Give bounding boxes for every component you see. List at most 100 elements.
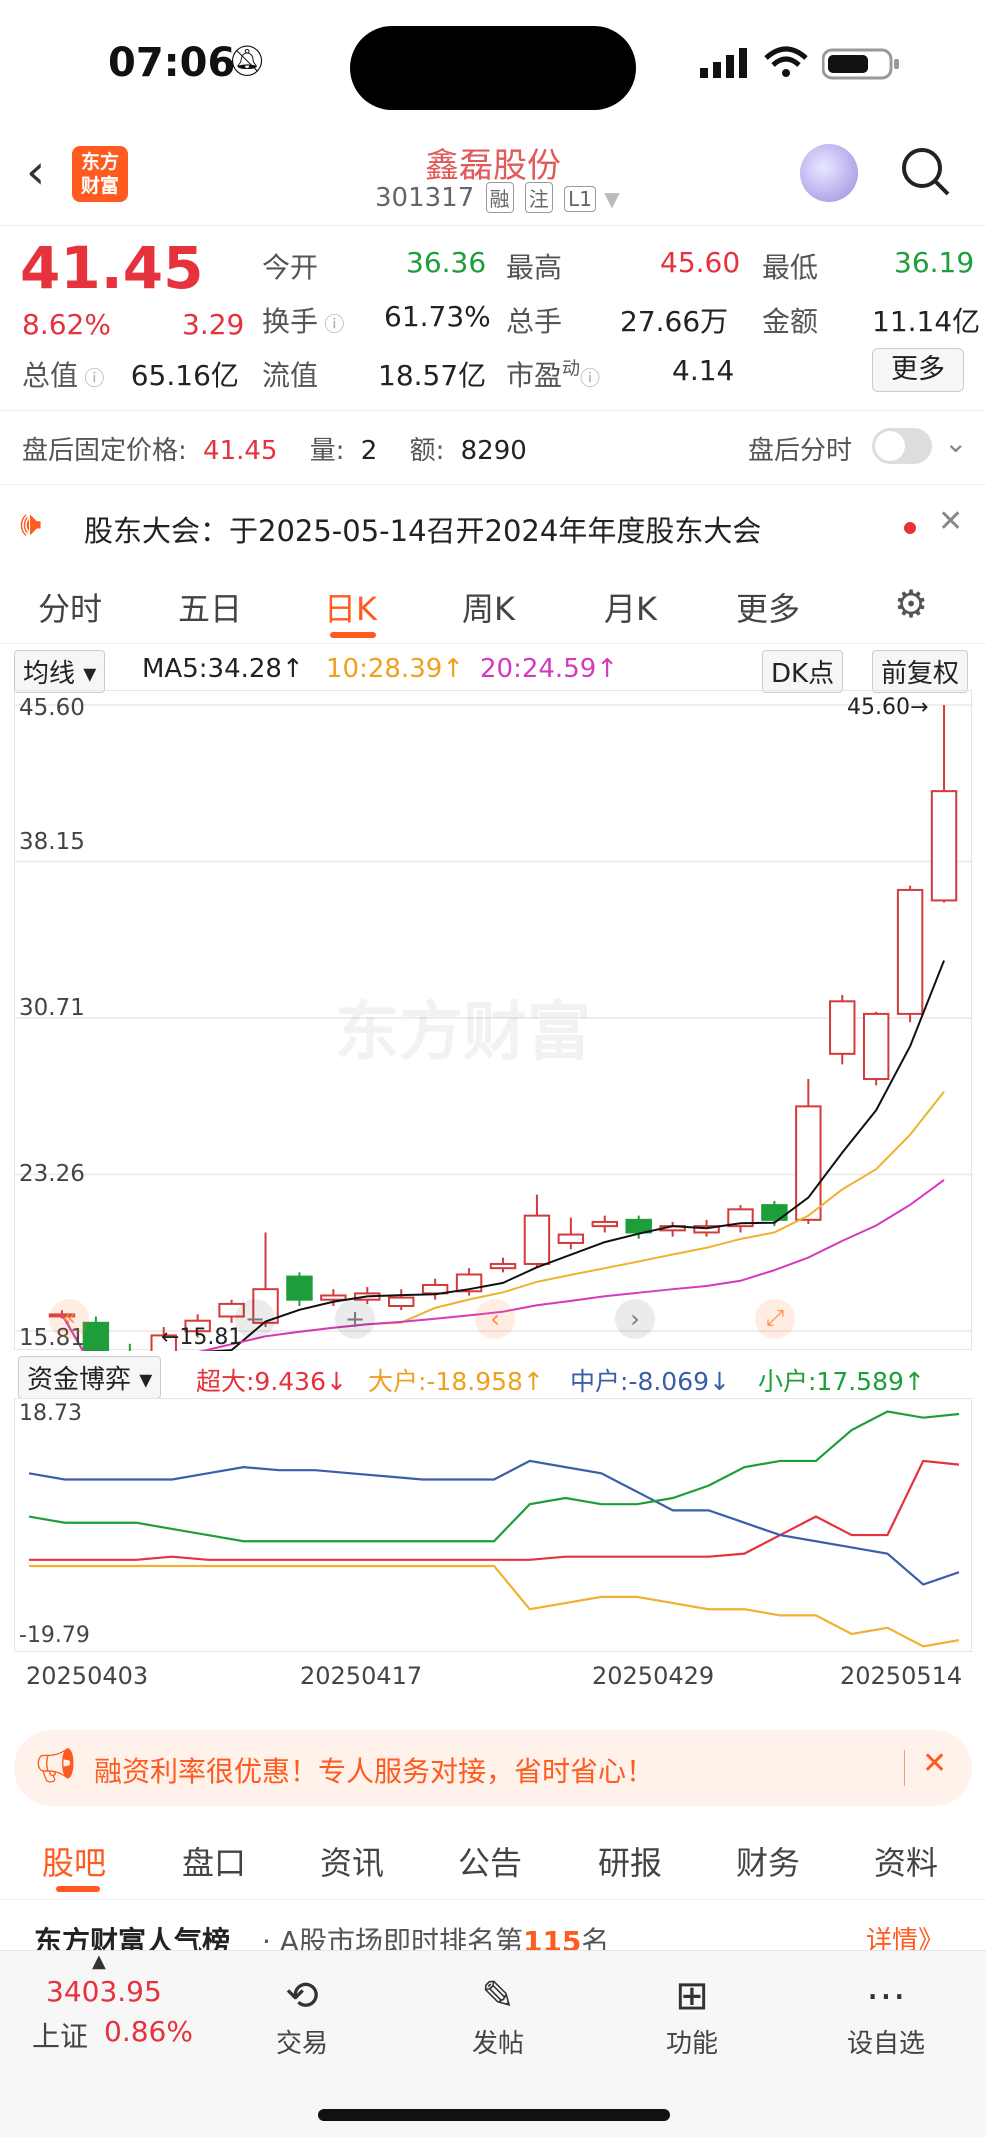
functions-button[interactable]: ⊞ 功能 bbox=[632, 1973, 752, 2060]
after-hours-toggle[interactable] bbox=[872, 428, 932, 464]
pe-value: 4.14 bbox=[672, 354, 735, 387]
promo-text: 融资利率很优惠！专人服务对接，省时省心！ bbox=[94, 1755, 655, 1788]
info-tabs: 股吧 盘口 资讯 公告 研报 财务 资料 bbox=[0, 1820, 986, 1900]
tab-forum[interactable]: 股吧 bbox=[42, 1838, 106, 1884]
fund-legend: 资金博弈 ▾ 超大:9.436↓ 大户:-18.958↑ 中户:-8.069↓ … bbox=[0, 1356, 986, 1399]
open-label: 今开 bbox=[262, 251, 319, 284]
up-triangle-icon: ▲ bbox=[92, 1951, 106, 1972]
candle-body bbox=[489, 1262, 517, 1270]
indicator-select[interactable]: 均线 ▾ bbox=[14, 650, 106, 693]
status-bar: 07:06 🔕︎ bbox=[0, 0, 986, 130]
date-label: 20250417 bbox=[300, 1662, 423, 1690]
kline-chart[interactable]: 东方财富 45.60 38.15 30.71 23.26 15.81 45.60… bbox=[14, 690, 973, 1443]
candle-body bbox=[625, 1218, 652, 1234]
candle-body bbox=[82, 1321, 110, 1434]
fund-indicator-select[interactable]: 资金博弈 ▾ bbox=[18, 1356, 162, 1399]
add-watchlist-button[interactable]: ⋯ 设自选 bbox=[826, 1973, 946, 2060]
price-axis-label: 30.71 bbox=[19, 995, 85, 1021]
after-hours-price: 41.45 bbox=[203, 436, 278, 466]
settings-icon[interactable]: ⚙︎ bbox=[894, 582, 928, 626]
close-icon[interactable]: ✕ bbox=[938, 504, 963, 539]
edit-icon: ✎ bbox=[481, 1973, 515, 2019]
fund-chart[interactable]: 18.73 -19.79 bbox=[14, 1398, 972, 1652]
info-icon[interactable]: ⓘ bbox=[78, 366, 111, 390]
candle-body bbox=[523, 1214, 551, 1265]
dropdown-icon[interactable]: ▼ bbox=[604, 187, 619, 211]
wifi-icon bbox=[764, 46, 808, 82]
index-value[interactable]: 3403.95 bbox=[46, 1975, 162, 2008]
unread-dot bbox=[904, 522, 916, 534]
index-name: 上证 bbox=[32, 2020, 89, 2053]
stock-code: 301317 bbox=[375, 183, 475, 213]
date-label: 20250403 bbox=[26, 1662, 149, 1690]
date-label: 20250429 bbox=[592, 1662, 715, 1690]
tab-research[interactable]: 研报 bbox=[598, 1838, 662, 1884]
open-value: 36.36 bbox=[406, 246, 487, 279]
quote-panel: 41.45 8.62% 3.29 总值 ⓘ 65.16亿 今开 36.36 最高… bbox=[0, 228, 986, 408]
chevron-down-icon[interactable]: ⌄ bbox=[944, 426, 967, 459]
tab-announcements[interactable]: 公告 bbox=[458, 1838, 522, 1884]
ticker-detail-link[interactable]: 详情》 bbox=[866, 1920, 944, 1950]
price-axis-label: 23.26 bbox=[19, 1161, 85, 1187]
float-value: 18.57亿 bbox=[378, 359, 487, 392]
tab-financials[interactable]: 财务 bbox=[736, 1838, 800, 1884]
tab-daily-k[interactable]: 日K bbox=[324, 584, 377, 630]
candle-body bbox=[320, 1294, 347, 1301]
fund-large: 大户:-18.958↑ bbox=[368, 1367, 544, 1396]
robot-avatar-icon[interactable] bbox=[800, 144, 858, 202]
search-icon[interactable] bbox=[900, 146, 952, 202]
trade-button[interactable]: ⟲ 交易 bbox=[242, 1973, 362, 2060]
rewind-icon[interactable]: « bbox=[49, 1299, 89, 1339]
notice-bar[interactable]: 🕪︎ 股东大会：于2025-05-14召开2024年年度股东大会 ✕ bbox=[0, 486, 986, 570]
bell-muted-icon: 🔕︎ bbox=[228, 44, 267, 79]
fund-axis-max: 18.73 bbox=[19, 1401, 82, 1426]
stock-header: ‹ 东方 财富 鑫磊股份 301317 融 注 L1 ▼ bbox=[0, 130, 986, 226]
float-label: 流值 bbox=[262, 359, 319, 392]
ma5-value: MA5:34.28↑ bbox=[142, 654, 304, 684]
date-label: 20250514 bbox=[840, 1662, 963, 1690]
tab-weekly-k[interactable]: 周K bbox=[462, 584, 515, 630]
tab-more[interactable]: 更多 bbox=[736, 584, 800, 630]
mcap-row: 总值 ⓘ 65.16亿 bbox=[22, 359, 239, 392]
zoom-in-icon[interactable]: + bbox=[335, 1299, 375, 1339]
dk-point-button[interactable]: DK点 bbox=[762, 650, 844, 693]
fund-svg bbox=[28, 1410, 960, 1648]
ma10-value: 10:28.39↑ bbox=[326, 654, 465, 684]
promo-banner[interactable]: 📢︎ 融资利率很优惠！专人服务对接，省时省心！ ✕ bbox=[14, 1730, 972, 1806]
tab-profile[interactable]: 资料 bbox=[874, 1838, 938, 1884]
expand-icon[interactable]: ⤢ bbox=[755, 1299, 795, 1339]
tab-monthly-k[interactable]: 月K bbox=[604, 584, 657, 630]
ticker-text: · A股市场即时排名第115名 bbox=[262, 1925, 610, 1950]
prev-icon[interactable]: ‹ bbox=[475, 1299, 515, 1339]
notice-text: 股东大会：于2025-05-14召开2024年年度股东大会 bbox=[84, 514, 762, 548]
fund-axis-min: -19.79 bbox=[19, 1623, 90, 1648]
popularity-ticker[interactable]: 东方财富人气榜 · A股市场即时排名第115名 详情》 bbox=[0, 1906, 986, 1950]
tab-news[interactable]: 资讯 bbox=[320, 1838, 384, 1884]
stock-code-row: 301317 融 注 L1 ▼ bbox=[375, 182, 620, 213]
candle-body bbox=[286, 1275, 313, 1301]
more-button[interactable]: 更多 bbox=[872, 348, 964, 392]
speaker-icon: 🕪︎ bbox=[20, 504, 42, 544]
tab-intraday[interactable]: 分时 bbox=[38, 584, 102, 630]
min-price-label: ←15.81 bbox=[161, 1325, 243, 1350]
close-icon[interactable]: ✕ bbox=[922, 1746, 947, 1781]
after-hours-amt: 8290 bbox=[460, 436, 527, 466]
max-price-label: 45.60→ bbox=[847, 695, 929, 720]
volume-label: 总手 bbox=[506, 305, 563, 338]
zoom-out-icon[interactable]: − bbox=[235, 1299, 275, 1339]
candle-body bbox=[591, 1220, 618, 1228]
tab-five-day[interactable]: 五日 bbox=[178, 584, 242, 630]
change-pct: 8.62% bbox=[22, 308, 111, 341]
next-icon[interactable]: › bbox=[615, 1299, 655, 1339]
pe-label: 市盈动ⓘ bbox=[506, 358, 601, 392]
candle-body bbox=[829, 1000, 856, 1055]
tab-orderbook[interactable]: 盘口 bbox=[182, 1838, 246, 1884]
ticker-title: 东方财富人气榜 bbox=[34, 1925, 231, 1950]
dynamic-island bbox=[350, 26, 636, 110]
tag-level: L1 bbox=[564, 186, 596, 212]
post-button[interactable]: ✎ 发帖 bbox=[438, 1973, 558, 2060]
adjust-button[interactable]: 前复权 bbox=[872, 650, 969, 693]
high-label: 最高 bbox=[506, 251, 563, 284]
trade-icon: ⟲ bbox=[285, 1973, 319, 2019]
candle-body bbox=[388, 1296, 415, 1307]
